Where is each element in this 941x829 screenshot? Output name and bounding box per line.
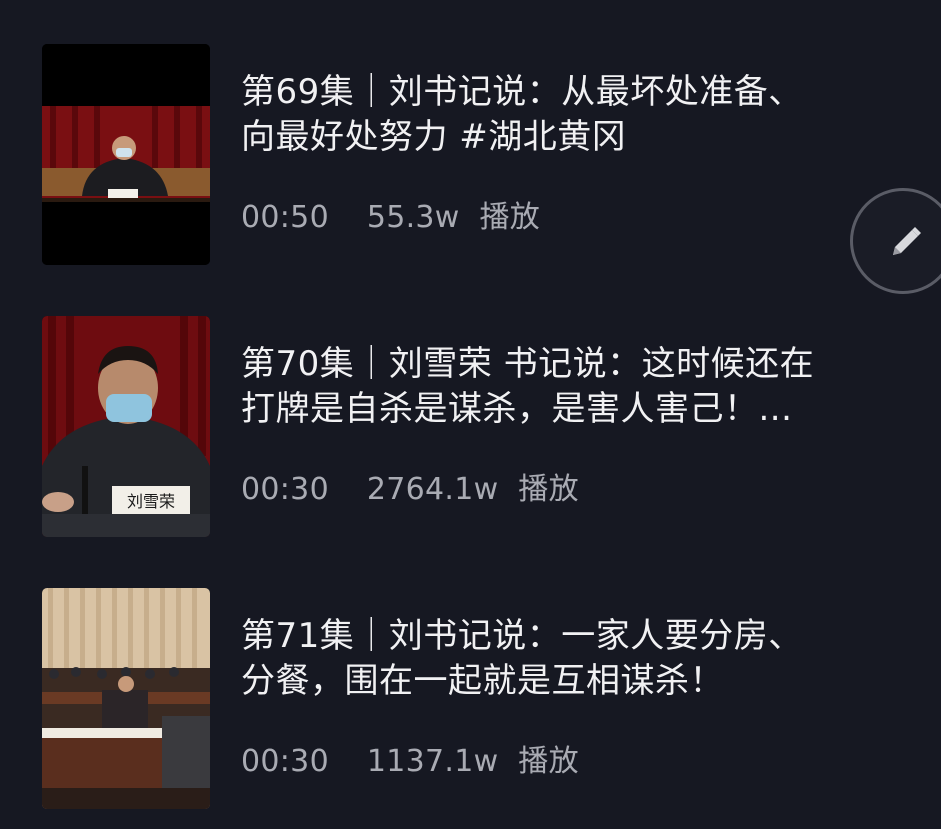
play-count-label: 播放 [518, 744, 579, 779]
video-view-count: 2764.1w [366, 472, 499, 507]
video-title[interactable]: 第71集｜刘书记说：一家人要分房、 分餐，围在一起就是互相谋杀！ [241, 614, 881, 704]
video-view-count: 55.3w [366, 200, 460, 235]
video-meta: 00:50 55.3w 播放 [241, 192, 540, 236]
nameplate-text: 刘雪荣 [127, 492, 175, 511]
video-title[interactable]: 第70集｜刘雪荣 书记说：这时候还在 打牌是自杀是谋杀，是害人害己！... [241, 342, 881, 432]
play-count-label: 播放 [518, 472, 579, 507]
play-count-label: 播放 [479, 200, 541, 235]
edit-floating-button[interactable] [850, 188, 941, 294]
pencil-icon [893, 227, 921, 255]
video-list: 第69集｜刘书记说：从最坏处准备、 向最好处努力 #湖北黄冈 00:50 55.… [0, 0, 941, 829]
thumbnail-image-leader-at-table [42, 44, 210, 265]
video-thumbnail[interactable]: 刘雪荣 [42, 316, 210, 537]
video-duration: 00:30 [241, 472, 329, 507]
video-thumbnail[interactable] [42, 44, 210, 265]
video-item[interactable]: 第69集｜刘书记说：从最坏处准备、 向最好处努力 #湖北黄冈 00:50 55.… [0, 44, 941, 266]
video-meta: 00:30 2764.1w 播放 [241, 464, 579, 508]
video-title[interactable]: 第69集｜刘书记说：从最坏处准备、 向最好处努力 #湖北黄冈 [241, 70, 881, 160]
video-item[interactable]: 刘雪荣 第70集｜刘雪荣 书记说：这时候还在 打牌是自杀是谋杀，是害人害己！..… [0, 316, 941, 538]
video-meta: 00:30 1137.1w 播放 [241, 736, 579, 780]
thumbnail-image-meeting-hall [42, 588, 210, 809]
video-thumbnail[interactable] [42, 588, 210, 809]
video-view-count: 1137.1w [366, 744, 499, 779]
video-item[interactable]: 第71集｜刘书记说：一家人要分房、 分餐，围在一起就是互相谋杀！ 00:30 1… [0, 588, 941, 810]
thumbnail-image-leader-closeup: 刘雪荣 [42, 316, 210, 537]
video-duration: 00:30 [241, 744, 329, 779]
video-duration: 00:50 [241, 200, 329, 235]
